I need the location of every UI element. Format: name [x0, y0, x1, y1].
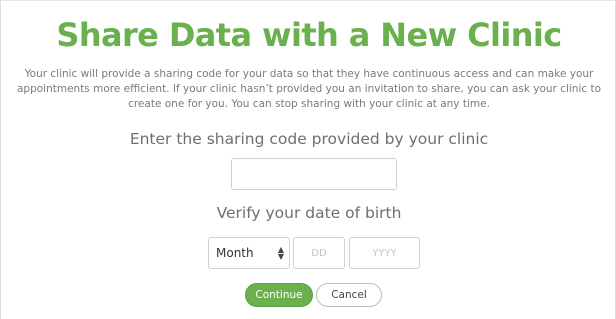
page-title: Share Data with a New Clinic: [56, 16, 562, 54]
sharing-code-label: Enter the sharing code provided by your …: [129, 130, 489, 148]
cancel-button[interactable]: Cancel: [316, 283, 382, 307]
page-description: Your clinic will provide a sharing code …: [16, 68, 602, 110]
month-select-value: Month: [216, 246, 254, 260]
sharing-code-input[interactable]: [231, 158, 397, 190]
day-input[interactable]: [293, 237, 345, 269]
dialog-frame: Share Data with a New Clinic Your clinic…: [0, 0, 616, 319]
dob-label: Verify your date of birth: [216, 204, 402, 222]
month-select[interactable]: Month ▲ ▼: [208, 237, 290, 269]
year-input[interactable]: [349, 237, 420, 269]
select-arrows-icon: ▲ ▼: [277, 245, 284, 261]
continue-button[interactable]: Continue: [245, 283, 313, 307]
